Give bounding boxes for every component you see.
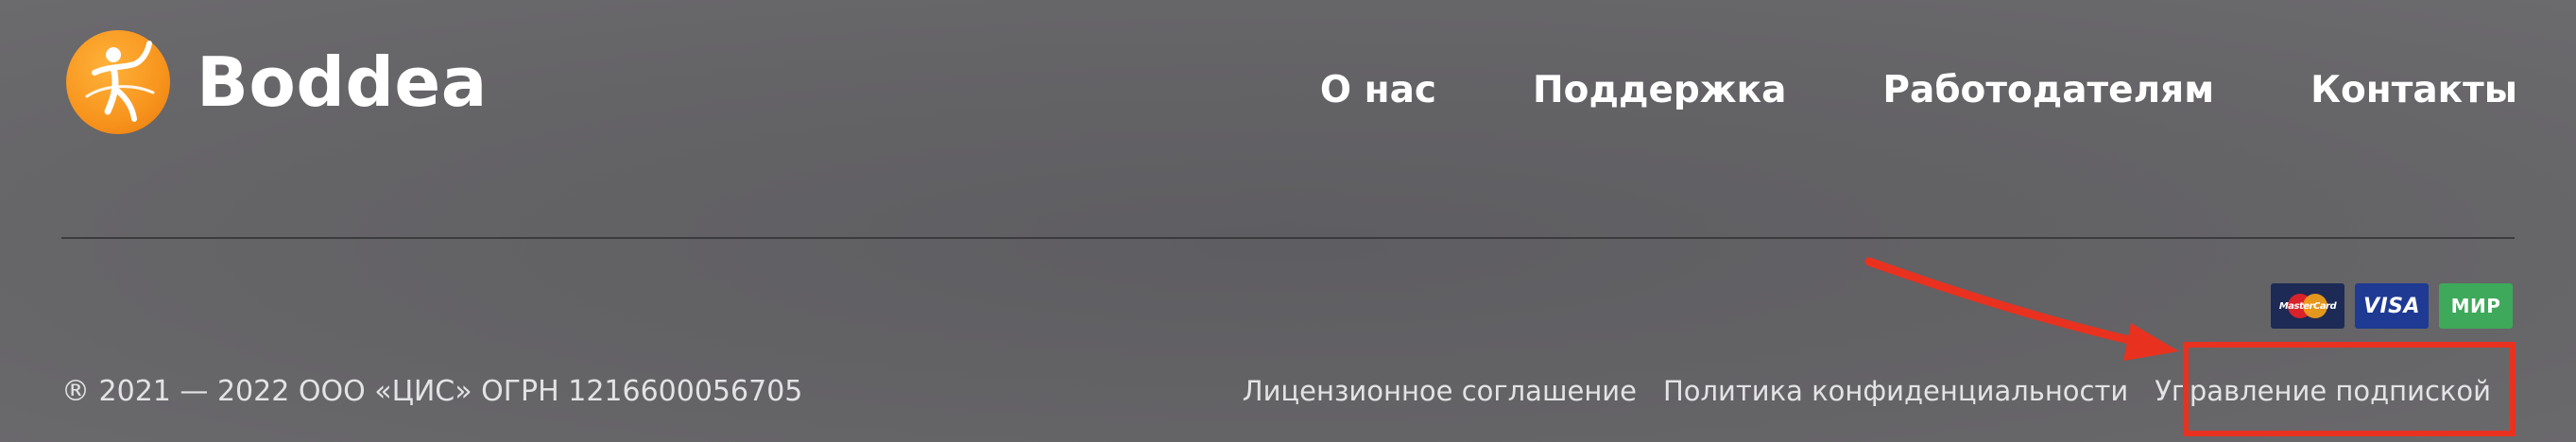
annotation-highlight-box [2183,342,2516,436]
